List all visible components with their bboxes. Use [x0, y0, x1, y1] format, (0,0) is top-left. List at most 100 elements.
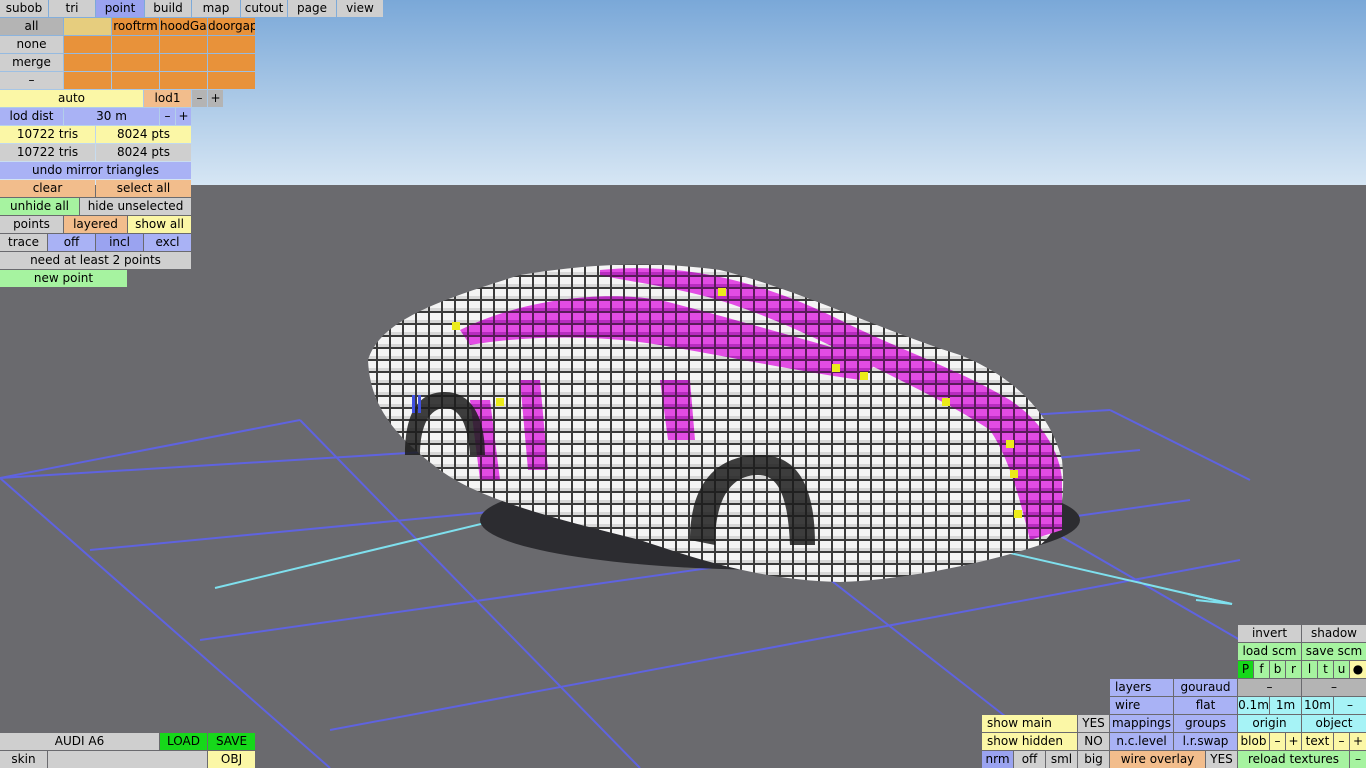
text-plus-button[interactable]: + [1350, 733, 1366, 750]
view-b-button[interactable]: b [1270, 661, 1285, 678]
blob-plus-button[interactable]: + [1286, 733, 1301, 750]
show-main-button[interactable]: show main [982, 715, 1077, 732]
lod-level-button[interactable]: lod1 [144, 90, 191, 107]
mappings-button[interactable]: mappings [1110, 715, 1173, 732]
gouraud-button[interactable]: gouraud [1174, 679, 1237, 696]
reload-textures-button[interactable]: reload textures [1238, 751, 1349, 768]
text-button[interactable]: text [1302, 733, 1333, 750]
layer-cell[interactable] [64, 54, 111, 71]
unhide-all-button[interactable]: unhide all [0, 198, 79, 215]
object-button[interactable]: object [1302, 715, 1366, 732]
obj-button[interactable]: OBJ [208, 751, 255, 768]
lod-auto-button[interactable]: auto [0, 90, 143, 107]
layer-none[interactable]: none [0, 36, 63, 53]
lr-swap-button[interactable]: l.r.swap [1174, 733, 1237, 750]
layer-all[interactable]: all [0, 18, 63, 35]
view-u-button[interactable]: u [1334, 661, 1349, 678]
menu-view[interactable]: view [337, 0, 383, 17]
scm-dash-left[interactable]: – [1238, 679, 1301, 696]
lod-dist-plus-button[interactable]: + [176, 108, 191, 125]
wire-overlay-value[interactable]: YES [1206, 751, 1237, 768]
size-off-button[interactable]: off [1014, 751, 1045, 768]
step-10m-button[interactable]: 10m [1302, 697, 1333, 714]
hide-unselected-button[interactable]: hide unselected [80, 198, 191, 215]
menu-tri[interactable]: tri [49, 0, 95, 17]
layer-cell[interactable] [112, 54, 159, 71]
load-button[interactable]: LOAD [160, 733, 207, 750]
show-hidden-button[interactable]: show hidden [982, 733, 1077, 750]
layer-rooftrm[interactable]: rooftrm [112, 18, 159, 35]
load-scm-button[interactable]: load scm [1238, 643, 1301, 660]
step-01m-button[interactable]: 0.1m [1238, 697, 1269, 714]
blob-button[interactable]: blob [1238, 733, 1269, 750]
trace-incl-button[interactable]: incl [96, 234, 143, 251]
blob-minus-button[interactable]: – [1270, 733, 1285, 750]
size-big-button[interactable]: big [1078, 751, 1109, 768]
layer-cell[interactable] [208, 54, 255, 71]
lod-plus-button[interactable]: + [208, 90, 223, 107]
skin-field[interactable] [48, 751, 207, 768]
flat-button[interactable]: flat [1174, 697, 1237, 714]
select-all-button[interactable]: select all [96, 180, 191, 197]
layer-cell[interactable] [64, 36, 111, 53]
text-minus-button[interactable]: – [1334, 733, 1349, 750]
show-hidden-value[interactable]: NO [1078, 733, 1109, 750]
shadow-button[interactable]: shadow [1302, 625, 1366, 642]
lod-dist-minus-button[interactable]: – [160, 108, 175, 125]
undo-mirror-triangles-button[interactable]: undo mirror triangles [0, 162, 191, 179]
invert-button[interactable]: invert [1238, 625, 1301, 642]
lod-dist-value[interactable]: 30 m [64, 108, 159, 125]
view-r-button[interactable]: r [1286, 661, 1301, 678]
save-button[interactable]: SAVE [208, 733, 255, 750]
groups-button[interactable]: groups [1174, 715, 1237, 732]
menu-page[interactable]: page [288, 0, 336, 17]
menu-build[interactable]: build [145, 0, 191, 17]
layer-merge[interactable]: merge [0, 54, 63, 71]
wire-button[interactable]: wire [1110, 697, 1173, 714]
menu-cutout[interactable]: cutout [241, 0, 287, 17]
reload-minus-button[interactable]: – [1350, 751, 1366, 768]
trace-button[interactable]: trace [0, 234, 47, 251]
menu-subob[interactable]: subob [0, 0, 48, 17]
layer-dash[interactable]: – [0, 72, 63, 89]
menu-map[interactable]: map [192, 0, 240, 17]
layer-cell[interactable] [64, 72, 111, 89]
new-point-button[interactable]: new point [0, 270, 127, 287]
layered-button[interactable]: layered [64, 216, 127, 233]
layer-cell[interactable] [160, 72, 207, 89]
3d-viewport[interactable] [0, 0, 1366, 768]
origin-button[interactable]: origin [1238, 715, 1301, 732]
save-scm-button[interactable]: save scm [1302, 643, 1366, 660]
skin-label[interactable]: skin [0, 751, 47, 768]
model-name[interactable]: AUDI A6 [0, 733, 159, 750]
clear-button[interactable]: clear [0, 180, 95, 197]
layer-cell[interactable] [160, 36, 207, 53]
layer-cell[interactable] [208, 72, 255, 89]
show-all-button[interactable]: show all [128, 216, 191, 233]
step-1m-button[interactable]: 1m [1270, 697, 1301, 714]
size-small-button[interactable]: sml [1046, 751, 1077, 768]
layers-button[interactable]: layers [1110, 679, 1173, 696]
view-l-button[interactable]: l [1302, 661, 1317, 678]
show-main-value[interactable]: YES [1078, 715, 1109, 732]
trace-excl-button[interactable]: excl [144, 234, 191, 251]
menu-point[interactable]: point [96, 0, 144, 17]
step-minus-button[interactable]: – [1334, 697, 1366, 714]
nc-level-button[interactable]: n.c.level [1110, 733, 1173, 750]
trace-off-button[interactable]: off [48, 234, 95, 251]
dot-icon[interactable]: ● [1350, 661, 1366, 678]
layer-cell-header-0[interactable] [64, 18, 111, 35]
scm-dash-right[interactable]: – [1302, 679, 1366, 696]
layer-cell[interactable] [160, 54, 207, 71]
lod-minus-button[interactable]: – [192, 90, 207, 107]
layer-cell[interactable] [208, 36, 255, 53]
layer-cell[interactable] [112, 72, 159, 89]
layer-cell[interactable] [112, 36, 159, 53]
layer-hoodgap[interactable]: hoodGap [160, 18, 207, 35]
view-f-button[interactable]: f [1254, 661, 1269, 678]
wire-overlay-button[interactable]: wire overlay [1110, 751, 1205, 768]
normal-size-button[interactable]: nrm [982, 751, 1013, 768]
layer-doorgap[interactable]: doorgap [208, 18, 255, 35]
view-p-button[interactable]: P [1238, 661, 1253, 678]
view-t-button[interactable]: t [1318, 661, 1333, 678]
